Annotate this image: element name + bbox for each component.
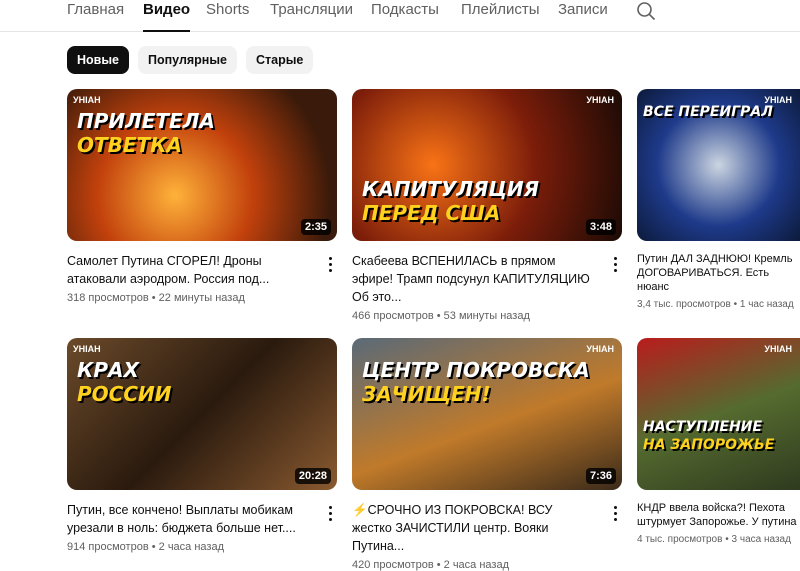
more-options-icon[interactable] <box>325 255 335 273</box>
sort-chips: Новые Популярные Старые <box>67 46 314 74</box>
channel-logo: УНІАН <box>73 95 101 105</box>
channel-logo: УНІАН <box>586 95 614 105</box>
video-meta: 318 просмотров • 22 минуты назад <box>67 292 339 304</box>
duration-badge: 20:28 <box>294 468 331 484</box>
channel-logo: УНІАН <box>73 344 101 354</box>
thumbnail-text: КАПИТУЛЯЦИЯ ПЕРЕД США <box>362 177 540 225</box>
search-icon[interactable] <box>636 1 656 21</box>
chip-popular[interactable]: Популярные <box>137 46 237 74</box>
video-thumbnail[interactable]: УНІАН КАПИТУЛЯЦИЯ ПЕРЕД США 3:48 <box>352 89 622 241</box>
thumbnail-text: ЦЕНТР ПОКРОВСКА ЗАЧИЩЕН! <box>362 358 590 406</box>
separator: • <box>436 559 441 571</box>
separator: • <box>725 534 729 545</box>
video-card[interactable]: УНІАН КРАХ РОССИИ 20:28 Путин, все конче… <box>67 338 339 553</box>
separator: • <box>733 299 738 310</box>
thumbnail-text: ПРИЛЕТЕЛА ОТВЕТКА <box>77 109 215 157</box>
upload-age: 53 минуты назад <box>443 310 530 322</box>
video-card[interactable]: УНІАН НАСТУПЛЕНИЕ НА ЗАПОРОЖЬЕ КНДР ввел… <box>637 338 800 546</box>
video-thumbnail[interactable]: УНІАН ВСЕ ПЕРЕИГРАЛ <box>637 89 800 241</box>
tab-posts[interactable]: Записи <box>558 1 608 32</box>
thumbnail-text: НАСТУПЛЕНИЕ НА ЗАПОРОЖЬЕ <box>643 419 775 453</box>
video-thumbnail[interactable]: УНІАН ЦЕНТР ПОКРОВСКА ЗАЧИЩЕН! 7:36 <box>352 338 622 490</box>
video-meta: 3,4 тыс. просмотров • 1 час назад <box>637 298 800 311</box>
video-thumbnail[interactable]: УНІАН НАСТУПЛЕНИЕ НА ЗАПОРОЖЬЕ <box>637 338 800 490</box>
duration-badge: 2:35 <box>300 219 331 235</box>
tab-shorts[interactable]: Shorts <box>206 1 249 32</box>
video-title[interactable]: Путин, все кончено! Выплаты мобикам урез… <box>67 501 307 537</box>
channel-logo: УНІАН <box>764 344 792 354</box>
video-title[interactable]: Скабеева ВСПЕНИЛАСЬ в прямом эфире! Трам… <box>352 252 592 306</box>
more-options-icon[interactable] <box>325 504 335 522</box>
video-title[interactable]: КНДР ввела войска?! Пехота штурмует Запо… <box>637 501 800 529</box>
view-count: 318 просмотров <box>67 292 149 304</box>
chip-oldest[interactable]: Старые <box>246 46 314 74</box>
upload-age: 2 часа назад <box>158 541 225 553</box>
video-thumbnail[interactable]: УНІАН ПРИЛЕТЕЛА ОТВЕТКА 2:35 <box>67 89 337 241</box>
channel-tabs: Главная Видео Shorts Трансляции Подкасты… <box>0 0 800 32</box>
video-title[interactable]: Самолет Путина СГОРЕЛ! Дроны атаковали а… <box>67 252 307 288</box>
video-card[interactable]: УНІАН ЦЕНТР ПОКРОВСКА ЗАЧИЩЕН! 7:36 ⚡СРО… <box>352 338 624 571</box>
view-count: 4 тыс. просмотров <box>637 534 723 545</box>
video-card[interactable]: УНІАН ВСЕ ПЕРЕИГРАЛ Путин ДАЛ ЗАДНЮЮ! Кр… <box>637 89 800 311</box>
view-count: 3,4 тыс. просмотров <box>637 299 731 310</box>
video-card[interactable]: УНІАН ПРИЛЕТЕЛА ОТВЕТКА 2:35 Самолет Пут… <box>67 89 339 304</box>
video-title[interactable]: ⚡СРОЧНО ИЗ ПОКРОВСКА! ВСУ жестко ЗАЧИСТИ… <box>352 501 592 555</box>
tab-live[interactable]: Трансляции <box>270 1 353 32</box>
video-thumbnail[interactable]: УНІАН КРАХ РОССИИ 20:28 <box>67 338 337 490</box>
more-options-icon[interactable] <box>610 504 620 522</box>
channel-logo: УНІАН <box>586 344 614 354</box>
separator: • <box>436 310 441 322</box>
thumbnail-text: КРАХ РОССИИ <box>77 358 172 406</box>
duration-badge: 7:36 <box>585 468 616 484</box>
tab-podcasts[interactable]: Подкасты <box>371 1 439 32</box>
view-count: 420 просмотров <box>352 559 434 571</box>
video-card[interactable]: УНІАН КАПИТУЛЯЦИЯ ПЕРЕД США 3:48 Скабеев… <box>352 89 624 322</box>
thumbnail-text: ВСЕ ПЕРЕИГРАЛ <box>643 104 773 120</box>
tab-playlists[interactable]: Плейлисты <box>461 1 540 32</box>
duration-badge: 3:48 <box>585 219 616 235</box>
chip-newest[interactable]: Новые <box>67 46 129 74</box>
video-meta: 466 просмотров • 53 минуты назад <box>352 310 624 322</box>
video-meta: 4 тыс. просмотров • 3 часа назад <box>637 533 800 546</box>
video-title[interactable]: Путин ДАЛ ЗАДНЮЮ! Кремль ДОГОВАРИВАТЬСЯ.… <box>637 252 800 294</box>
separator: • <box>151 541 156 553</box>
view-count: 466 просмотров <box>352 310 434 322</box>
upload-age: 22 минуты назад <box>158 292 245 304</box>
tab-home[interactable]: Главная <box>67 1 124 32</box>
view-count: 914 просмотров <box>67 541 149 553</box>
upload-age: 1 час назад <box>739 299 794 310</box>
upload-age: 3 часа назад <box>731 534 791 545</box>
tab-videos[interactable]: Видео <box>143 1 191 32</box>
upload-age: 2 часа назад <box>443 559 510 571</box>
more-options-icon[interactable] <box>610 255 620 273</box>
separator: • <box>151 292 156 304</box>
video-meta: 914 просмотров • 2 часа назад <box>67 541 339 553</box>
video-meta: 420 просмотров • 2 часа назад <box>352 559 624 571</box>
